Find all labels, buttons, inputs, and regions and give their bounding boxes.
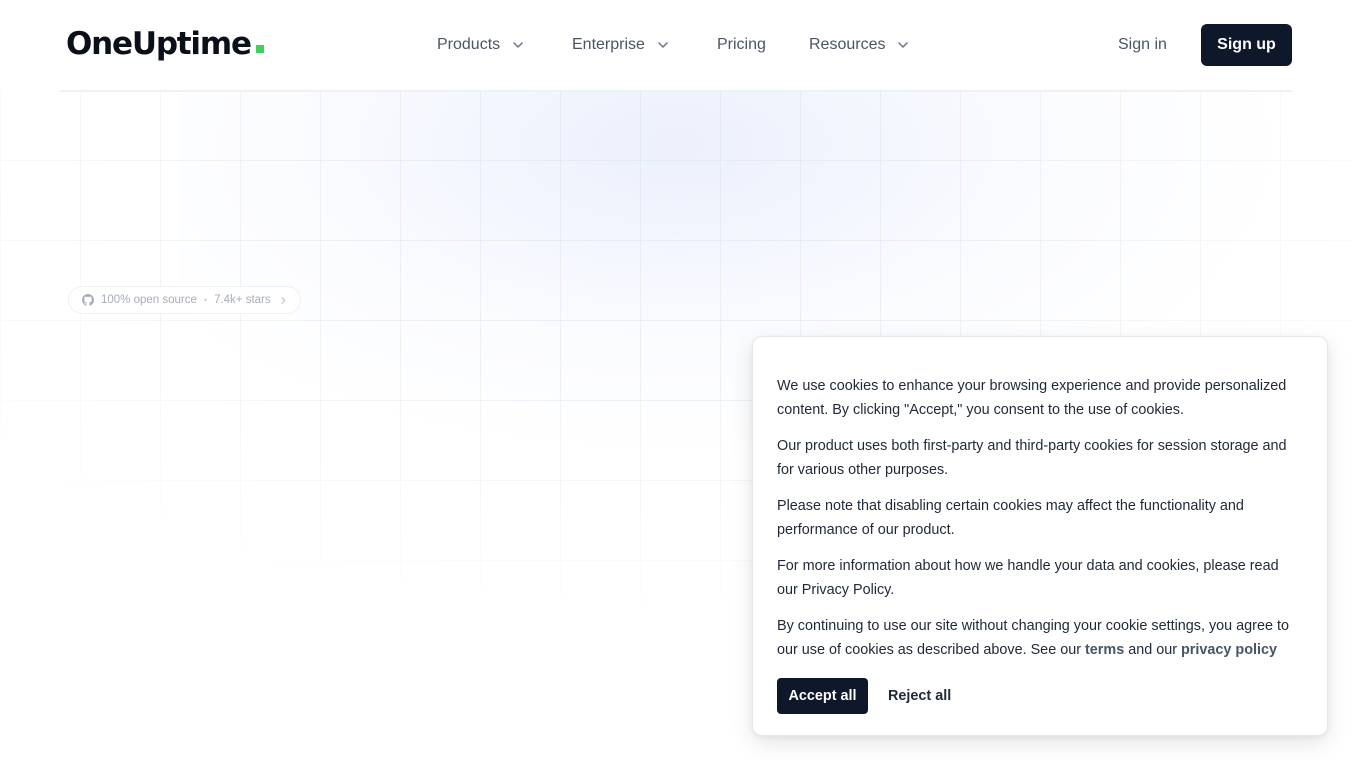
terms-link[interactable]: terms [1085,642,1124,658]
cookie-text-5: By continuing to use our site without ch… [777,614,1303,662]
reject-all-button[interactable]: Reject all [888,678,951,714]
badge-separator: • [203,295,208,305]
nav-products[interactable]: Products [437,33,524,57]
cookie-text-4: For more information about how we handle… [777,558,1279,598]
privacy-policy-link[interactable]: privacy policy [1181,642,1277,658]
chevron-down-icon [513,42,523,48]
chevron-down-icon [658,42,668,48]
cookie-text-1: We use cookies to enhance your browsing … [777,378,1287,418]
open-source-badge[interactable]: 100% open source • 7.4k+ stars [68,286,301,314]
cookie-text-2: Our product uses both first-party and th… [777,438,1287,478]
badge-stars: 7.4k+ stars [214,294,271,306]
nav-pricing-label: Pricing [717,36,766,53]
cookie-consent-banner: We use cookies to enhance your browsing … [752,336,1328,736]
nav-resources-label: Resources [809,36,886,53]
chevron-down-icon [898,42,909,48]
nav-pricing[interactable]: Pricing [717,33,766,57]
cookie-text-5-middle: and our [1124,642,1182,658]
cookie-actions: Accept all Reject all [777,678,1303,714]
nav-enterprise[interactable]: Enterprise [572,33,669,57]
nav-enterprise-label: Enterprise [572,36,645,53]
chevron-right-icon [281,296,286,304]
logo-text: OneUptime [66,26,252,62]
sign-in-link[interactable]: Sign in [1118,33,1167,57]
accept-all-button[interactable]: Accept all [777,678,868,714]
sign-up-button[interactable]: Sign up [1201,24,1292,66]
logo[interactable]: OneUptime [66,24,264,64]
github-icon [82,294,94,306]
cookie-text-3: Please note that disabling certain cooki… [777,498,1244,538]
badge-label: 100% open source [101,294,197,306]
header-divider [60,90,1292,92]
logo-dot [255,45,264,53]
nav-resources[interactable]: Resources [809,33,909,57]
site-header: OneUptime Products Enterprise Pricing Re… [0,0,1352,90]
nav-products-label: Products [437,36,501,53]
